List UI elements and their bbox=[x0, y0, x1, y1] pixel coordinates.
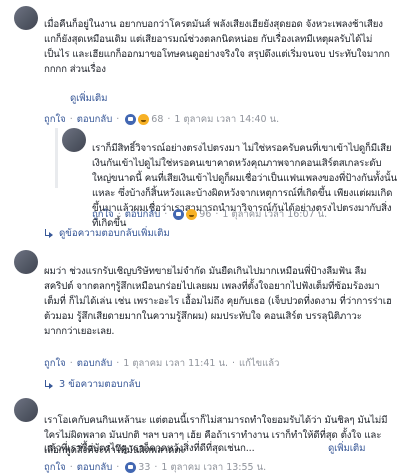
reply-button[interactable]: ตอบกลับ bbox=[77, 356, 113, 371]
reply-button[interactable]: ตอบกลับ bbox=[77, 112, 113, 127]
edited-label[interactable]: แก้ไขแล้ว bbox=[239, 356, 279, 371]
avatar[interactable] bbox=[14, 250, 38, 274]
reply-button[interactable]: ตอบกลับ bbox=[125, 207, 161, 222]
avatar[interactable] bbox=[14, 398, 38, 422]
like-button[interactable]: ถูกใจ bbox=[44, 112, 66, 127]
reply-actions: ถูกใจ · ตอบกลับ · 96 · 1 ตุลาคม เวลา 16:… bbox=[92, 207, 328, 222]
haha-reaction-icon bbox=[138, 114, 150, 125]
comment-timestamp[interactable]: 1 ตุลาคม เวลา 14:40 น. bbox=[174, 112, 279, 127]
comment-actions: ถูกใจ · ตอบกลับ · 33 · 1 ตุลาคม เวลา 13:… bbox=[44, 460, 267, 475]
avatar[interactable] bbox=[62, 128, 86, 152]
comment-text-continued: แล้วที่เราซื้อบัตรไปดู เราก็คาดหวังสิ่งท… bbox=[44, 443, 255, 454]
reply-arrow-icon bbox=[44, 228, 54, 239]
more-replies-link[interactable]: ดูข้อความตอบกลับเพิ่มเติม bbox=[44, 226, 170, 241]
see-more-link[interactable]: ดูเพิ่มเติม bbox=[70, 91, 107, 106]
like-button[interactable]: ถูกใจ bbox=[92, 207, 114, 222]
like-button[interactable]: ถูกใจ bbox=[44, 356, 66, 371]
like-button[interactable]: ถูกใจ bbox=[44, 460, 66, 475]
reply-thread-line bbox=[55, 128, 58, 188]
haha-reaction-icon bbox=[186, 209, 198, 220]
comment-actions: ถูกใจ · ตอบกลับ · 68 · 1 ตุลาคม เวลา 14:… bbox=[44, 112, 280, 127]
see-more-link[interactable]: ดูเพิ่มเติม bbox=[328, 441, 365, 456]
reply-timestamp[interactable]: 1 ตุลาคม เวลา 16:07 น. bbox=[222, 207, 327, 222]
reply-arrow-icon bbox=[44, 379, 54, 390]
comment-text: เมื่อคืนก็อยู่ในงาน อยากบอกว่าโครตมันส์ … bbox=[44, 19, 390, 75]
like-reaction-icon bbox=[173, 209, 185, 220]
replies-link[interactable]: 3 ข้อความตอบกลับ bbox=[44, 377, 141, 392]
reaction-count[interactable]: 68 bbox=[151, 114, 163, 125]
comment-actions: ถูกใจ · ตอบกลับ · 1 ตุลาคม เวลา 11:41 น.… bbox=[44, 356, 280, 371]
like-reaction-icon bbox=[125, 462, 137, 473]
like-reaction-icon bbox=[125, 114, 137, 125]
comment-text: ผมว่า ช่วงแรกรับเชิญบริษัทขายไม่จำกัด มั… bbox=[44, 266, 392, 337]
reaction-count[interactable]: 96 bbox=[199, 209, 211, 220]
reply-button[interactable]: ตอบกลับ bbox=[77, 460, 113, 475]
comment-timestamp[interactable]: 1 ตุลาคม เวลา 11:41 น. bbox=[123, 356, 228, 371]
avatar[interactable] bbox=[14, 6, 38, 30]
comment-timestamp[interactable]: 1 ตุลาคม เวลา 13:55 น. bbox=[161, 460, 266, 475]
reaction-count[interactable]: 33 bbox=[138, 462, 150, 473]
